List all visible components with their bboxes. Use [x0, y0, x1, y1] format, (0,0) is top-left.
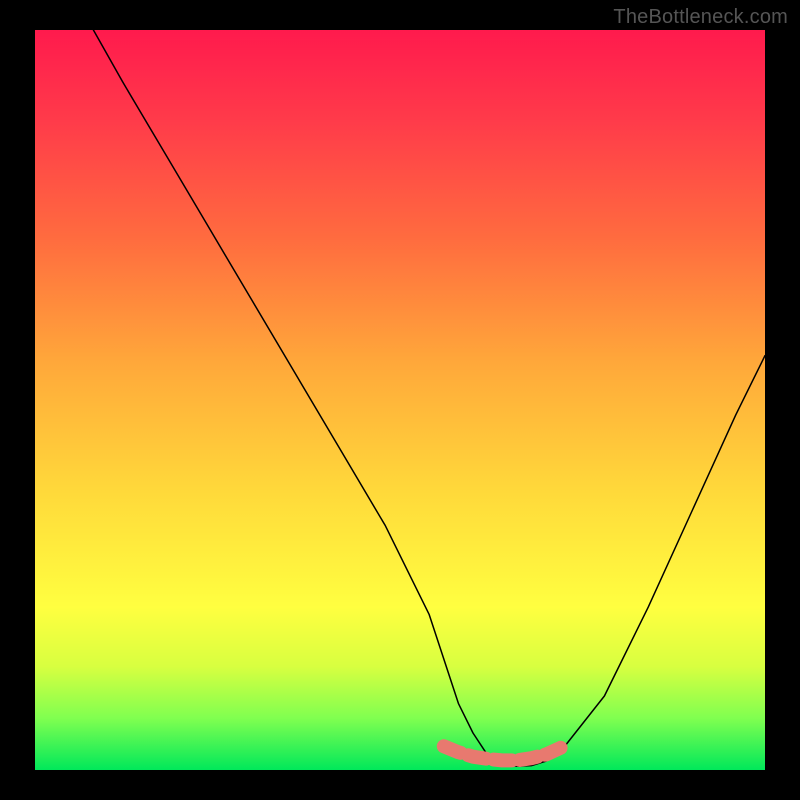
plot-area: [35, 30, 765, 770]
chart-frame: TheBottleneck.com: [0, 0, 800, 800]
chart-svg: [35, 30, 765, 770]
valley-marker-path: [444, 746, 561, 760]
bottleneck-curve-path: [93, 30, 765, 766]
watermark-label: TheBottleneck.com: [613, 6, 788, 29]
valley-marker-group: [444, 746, 561, 760]
